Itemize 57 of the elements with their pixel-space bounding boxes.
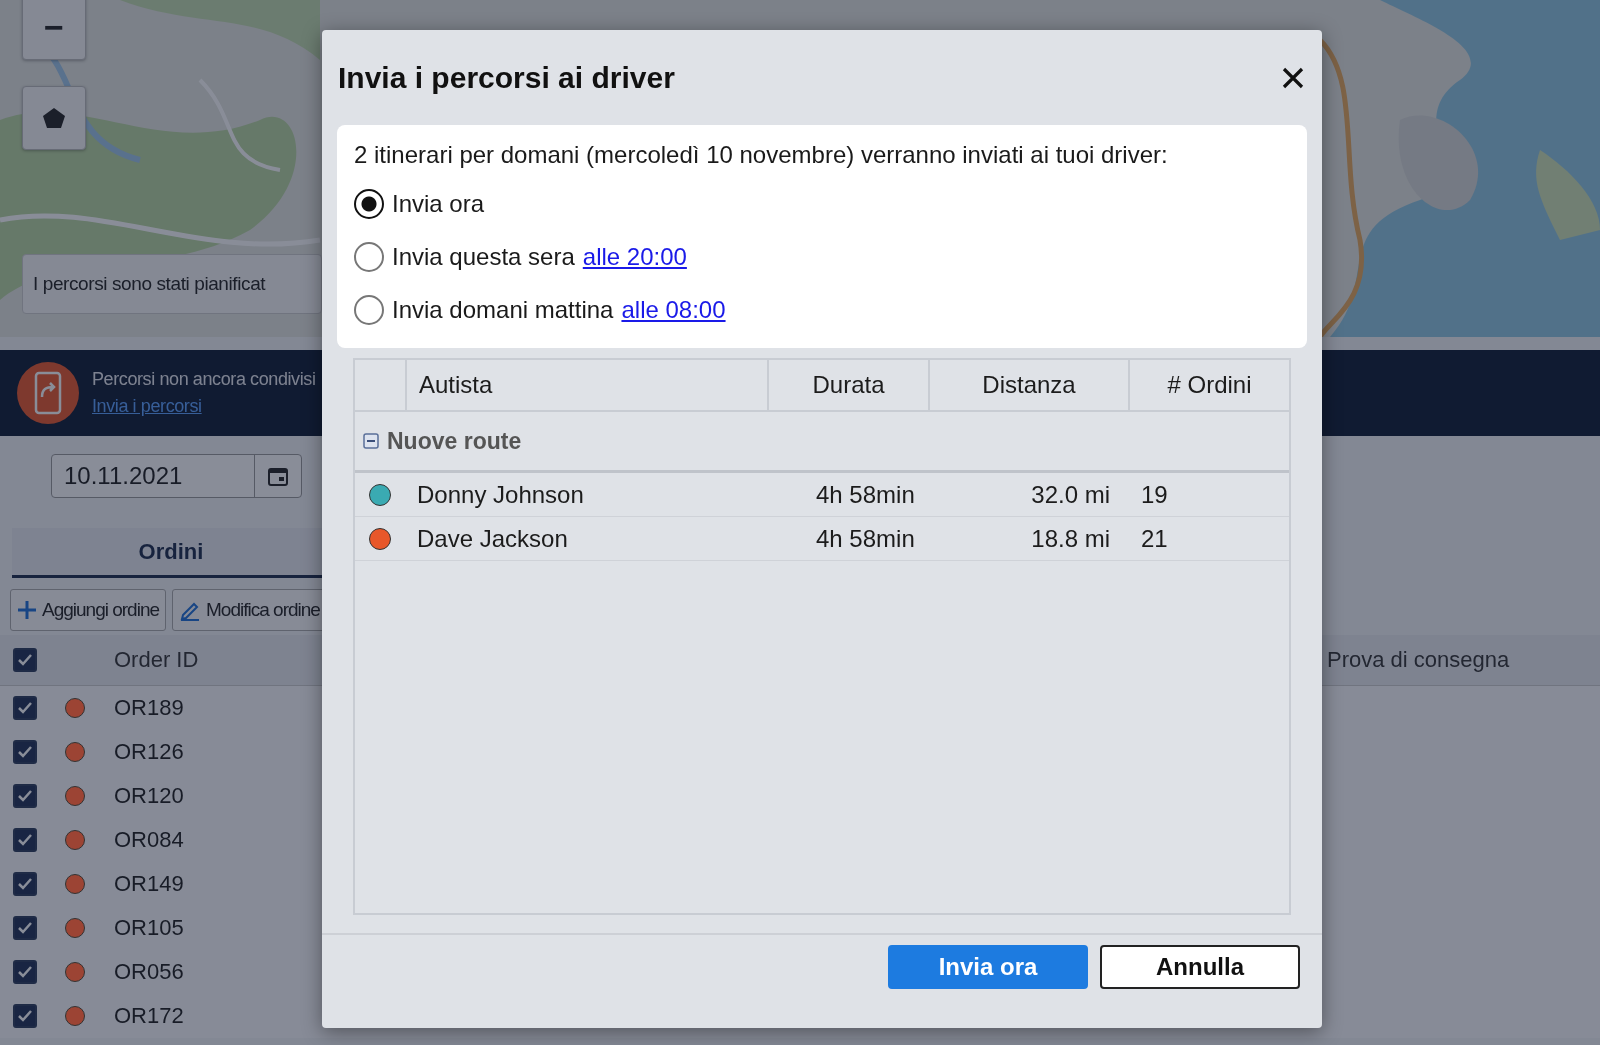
radio-button[interactable] bbox=[354, 241, 384, 272]
column-header: Order ID bbox=[113, 647, 200, 673]
date-field[interactable]: 10.11.2021 bbox=[51, 454, 302, 498]
order-id: OR120 bbox=[113, 783, 185, 809]
column-header: Prova di consegna bbox=[1326, 647, 1511, 673]
order-id: OR126 bbox=[113, 739, 185, 765]
orders-count-cell-text: 19 bbox=[1140, 480, 1169, 509]
driver-name: Dave Jackson bbox=[416, 524, 569, 553]
order-id: OR172 bbox=[113, 1003, 185, 1029]
row-checkbox[interactable] bbox=[13, 740, 37, 764]
orders-count-cell-text: 21 bbox=[1140, 524, 1169, 553]
dialog-title: Invia i percorsi ai driver bbox=[338, 60, 675, 95]
pentagon-icon bbox=[42, 107, 66, 129]
time-link[interactable]: alle 08:00 bbox=[621, 295, 726, 324]
banner-message: Percorsi non ancora condivisi bbox=[92, 369, 316, 390]
driver-name: Donny Johnson bbox=[416, 480, 585, 509]
order-id: OR189 bbox=[113, 695, 185, 721]
option-label: Invia ora bbox=[392, 189, 485, 218]
radio-button[interactable] bbox=[354, 294, 384, 325]
order-id: OR149 bbox=[113, 871, 185, 897]
row-checkbox[interactable] bbox=[13, 784, 37, 808]
send-now-button[interactable]: Invia ora bbox=[888, 945, 1088, 989]
row-checkbox[interactable] bbox=[13, 828, 37, 852]
group-label: Nuove route bbox=[387, 427, 522, 455]
order-id: OR084 bbox=[113, 827, 185, 853]
row-checkbox[interactable] bbox=[13, 960, 37, 984]
intro-text: 2 itinerari per domani (mercoledì 10 novembre) verranno inviati ai tuoi driver: bbox=[354, 141, 1169, 169]
duration-cell-text: 4h 58min bbox=[815, 524, 916, 553]
plus-icon bbox=[17, 600, 37, 620]
time-link[interactable]: alle 20:00 bbox=[582, 242, 687, 271]
share-routes-link[interactable]: Invia i percorsi bbox=[92, 396, 202, 417]
column-header: # Ordini bbox=[1128, 360, 1289, 410]
column-header: Distanza bbox=[928, 360, 1128, 410]
option-label: Invia questa sera bbox=[392, 242, 575, 271]
duration-cell-text: 4h 58min bbox=[815, 480, 916, 509]
zoom-out-button[interactable]: − bbox=[22, 0, 86, 60]
row-checkbox[interactable] bbox=[13, 916, 37, 940]
row-checkbox[interactable] bbox=[13, 1004, 37, 1028]
collapse-toggle[interactable] bbox=[363, 433, 379, 449]
row-checkbox[interactable] bbox=[13, 872, 37, 896]
add-order-button[interactable]: Aggiungi ordine bbox=[10, 589, 167, 631]
phone-share-icon bbox=[16, 361, 80, 425]
close-icon bbox=[1282, 66, 1304, 89]
notification-toast: I percorsi sono stati pianificat bbox=[22, 254, 322, 314]
order-id: OR105 bbox=[113, 915, 185, 941]
column-header: Autista bbox=[405, 360, 767, 410]
calendar-icon bbox=[267, 465, 289, 487]
polygon-tool-button[interactable] bbox=[22, 86, 86, 150]
distance-cell-text: 32.0 mi bbox=[1030, 480, 1111, 509]
row-checkbox[interactable] bbox=[13, 696, 37, 720]
cancel-button[interactable]: Annulla bbox=[1100, 945, 1300, 989]
column-header: Durata bbox=[767, 360, 928, 410]
order-id: OR056 bbox=[113, 959, 185, 985]
distance-cell-text: 18.8 mi bbox=[1030, 524, 1111, 553]
select-all-checkbox[interactable] bbox=[13, 648, 37, 672]
radio-button[interactable] bbox=[354, 188, 384, 219]
option-label: Invia domani mattina bbox=[392, 295, 614, 324]
